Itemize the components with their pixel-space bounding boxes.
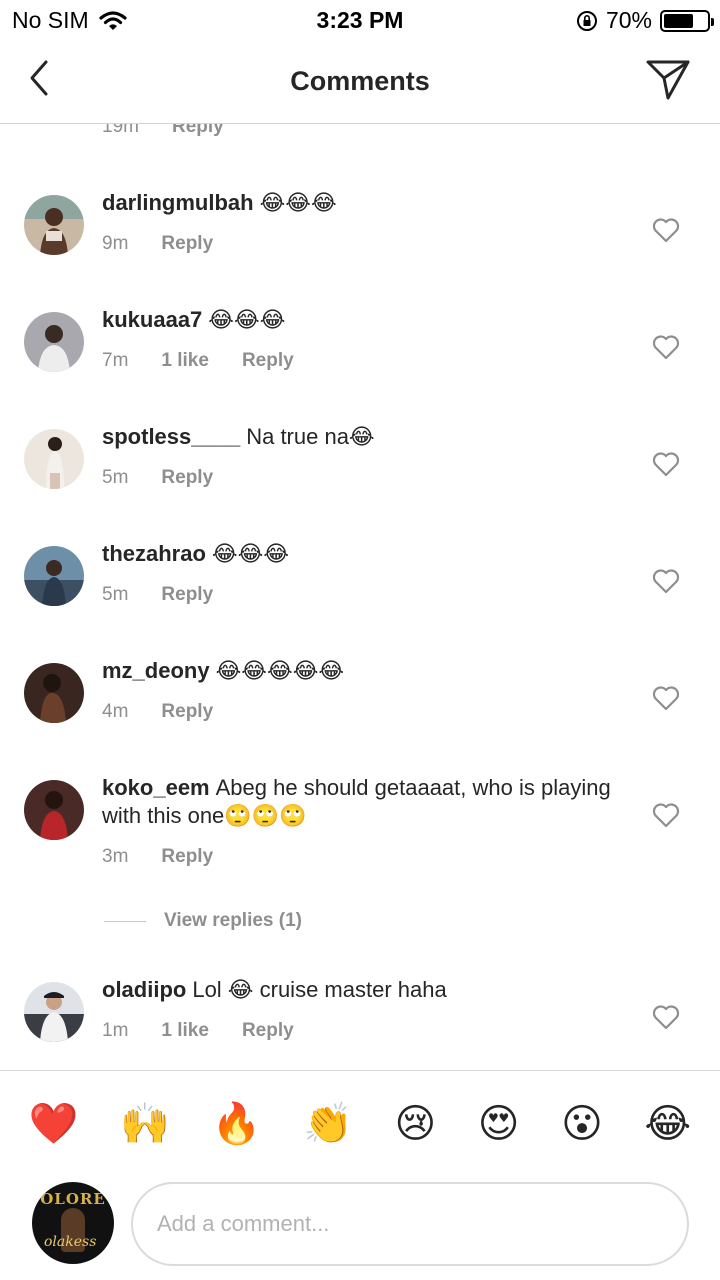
- emoji-surprised-button[interactable]: 😮: [561, 1104, 603, 1144]
- like-heart-icon[interactable]: [652, 334, 680, 360]
- battery-fill: [664, 13, 694, 28]
- emoji-laughing-button[interactable]: 😂: [644, 1104, 691, 1144]
- comment-username[interactable]: spotless____: [102, 424, 240, 449]
- comment-body: darlingmulbah 😂😂😂: [102, 189, 622, 217]
- comment-text: Lol 😂 cruise master haha: [192, 977, 447, 1002]
- comment-username[interactable]: koko_eem: [102, 775, 210, 800]
- comment-body: koko_eem Abeg he should getaaaat, who is …: [102, 774, 622, 830]
- emoji-fire-button[interactable]: 🔥: [212, 1104, 262, 1144]
- divider: [104, 920, 146, 922]
- view-replies-button[interactable]: View replies (1): [104, 910, 302, 932]
- like-count[interactable]: 1 like: [161, 350, 209, 372]
- comment-body: thezahrao 😂😂😂: [102, 540, 622, 568]
- comment-text: 😂😂😂: [211, 541, 290, 566]
- reply-button[interactable]: Reply: [242, 350, 294, 372]
- comment-time: 9m: [102, 233, 129, 254]
- emoji-clap-button[interactable]: 👏: [303, 1104, 353, 1144]
- comment-username[interactable]: thezahrao: [102, 541, 206, 566]
- like-heart-icon[interactable]: [652, 451, 680, 477]
- battery-icon: [660, 9, 714, 32]
- comment-text: Na true na😂: [246, 424, 375, 449]
- comment-time: 7m: [102, 350, 129, 371]
- like-heart-icon[interactable]: [652, 568, 680, 594]
- reply-button[interactable]: Reply: [161, 467, 213, 489]
- comment-composer: OLORE olakess: [0, 1176, 720, 1280]
- current-user-avatar[interactable]: OLORE olakess: [32, 1182, 114, 1264]
- reply-button[interactable]: Reply: [172, 124, 224, 138]
- status-right-group: 70%: [576, 7, 714, 34]
- like-heart-icon[interactable]: [652, 217, 680, 243]
- like-heart-icon[interactable]: [652, 802, 680, 828]
- avatar-brand-text: OLORE: [40, 1190, 106, 1208]
- emoji-heart-button[interactable]: ❤️: [29, 1104, 79, 1144]
- reply-button[interactable]: Reply: [161, 584, 213, 606]
- comment-text: 😂😂😂😂😂: [215, 658, 345, 683]
- comment-body: spotless____ Na true na😂: [102, 423, 622, 451]
- comment-text: 😂😂😂: [208, 307, 286, 332]
- comment-time: 3m: [102, 846, 129, 867]
- emoji-crying-button[interactable]: 😢: [394, 1104, 436, 1144]
- like-heart-icon[interactable]: [652, 1004, 680, 1030]
- comment-time: 1m: [102, 1020, 129, 1041]
- comment-body: mz_deony 😂😂😂😂😂: [102, 657, 622, 685]
- avatar[interactable]: [24, 312, 84, 372]
- comment-text: 😂😂😂: [259, 190, 337, 215]
- reply-button[interactable]: Reply: [161, 701, 213, 723]
- reply-button[interactable]: Reply: [161, 233, 213, 255]
- emoji-heart-eyes-button[interactable]: 😍: [478, 1104, 520, 1144]
- status-bar: No SIM 3:23 PM 70%: [0, 0, 720, 40]
- avatar[interactable]: [24, 982, 84, 1042]
- reply-button[interactable]: Reply: [161, 846, 213, 868]
- comment-time: 19m: [102, 124, 139, 137]
- avatar[interactable]: [24, 429, 84, 489]
- comment-username[interactable]: mz_deony: [102, 658, 210, 683]
- partial-comment: 19m Reply: [0, 124, 720, 137]
- orientation-lock-icon: [576, 10, 597, 31]
- direct-send-icon[interactable]: [644, 56, 692, 102]
- avatar[interactable]: [24, 780, 84, 840]
- view-replies-label[interactable]: View replies (1): [164, 910, 302, 932]
- comment-time: 5m: [102, 584, 129, 605]
- like-heart-icon[interactable]: [652, 685, 680, 711]
- avatar[interactable]: [24, 663, 84, 723]
- like-count[interactable]: 1 like: [161, 1020, 209, 1042]
- comment-body: oladiipo Lol 😂 cruise master haha: [102, 976, 622, 1004]
- avatar[interactable]: [24, 546, 84, 606]
- comment-username[interactable]: kukuaaa7: [102, 307, 202, 332]
- comment-time: 4m: [102, 701, 129, 722]
- comment-body: kukuaaa7 😂😂😂: [102, 306, 622, 334]
- comment-time: 5m: [102, 467, 129, 488]
- quick-emoji-bar: ❤️ 🙌 🔥 👏 😢 😍 😮 😂: [0, 1070, 720, 1176]
- reply-button[interactable]: Reply: [242, 1020, 294, 1042]
- battery-percent: 70%: [605, 7, 652, 33]
- nav-header: Comments: [0, 40, 720, 124]
- emoji-raised-hands-button[interactable]: 🙌: [120, 1104, 170, 1144]
- comment-username[interactable]: darlingmulbah: [102, 190, 254, 215]
- avatar-signature: olakess: [44, 1234, 97, 1250]
- avatar[interactable]: [24, 195, 84, 255]
- comment-input[interactable]: [131, 1182, 689, 1266]
- page-title: Comments: [290, 66, 430, 96]
- comment-list[interactable]: 19m Reply darlingmulbah 😂😂😂 9m Reply kuku…: [0, 124, 720, 1070]
- comment-username[interactable]: oladiipo: [102, 977, 186, 1002]
